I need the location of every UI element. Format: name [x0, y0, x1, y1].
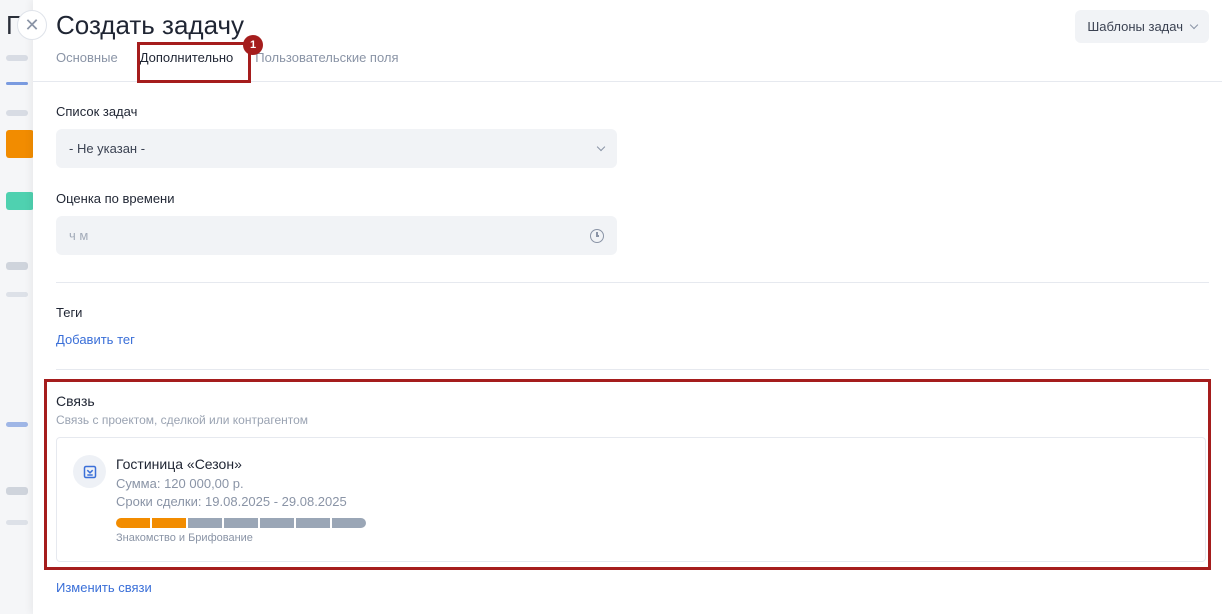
task-list-value: - Не указан - [69, 141, 146, 156]
stage-segment [152, 518, 186, 528]
tags-label: Теги [56, 305, 83, 320]
background-line [6, 487, 28, 495]
clock-icon [590, 228, 604, 243]
background-badge [6, 192, 34, 210]
add-tag-link[interactable]: Добавить тег [56, 332, 135, 347]
time-estimate-placeholder: ч м [69, 228, 89, 243]
chevron-down-icon [596, 142, 606, 152]
link-section-title: Связь [56, 393, 95, 409]
annotation-box-1 [137, 42, 251, 83]
stage-segment [188, 518, 222, 528]
deal-icon [73, 455, 106, 488]
background-line [6, 82, 28, 85]
deal-amount: Сумма: 120 000,00 р. [116, 476, 244, 491]
background-line [6, 520, 28, 525]
deal-stage-label: Знакомство и Брифование [116, 532, 253, 544]
deal-name[interactable]: Гостиница «Сезон» [116, 456, 242, 472]
background-line [6, 110, 28, 116]
chevron-down-icon [1189, 20, 1199, 30]
close-icon[interactable]: ✕ [17, 10, 47, 40]
section-divider [56, 282, 1209, 283]
tab-basic[interactable]: Основные [56, 50, 118, 65]
change-links-link[interactable]: Изменить связи [56, 580, 152, 595]
page-title: Создать задачу [56, 10, 245, 40]
time-estimate-input[interactable]: ч м [56, 216, 617, 255]
background-line [6, 292, 28, 297]
stage-segment [116, 518, 150, 528]
time-estimate-label: Оценка по времени [56, 191, 175, 206]
linked-deal-card[interactable]: Гостиница «Сезон» Сумма: 120 000,00 р. С… [56, 437, 1206, 562]
section-divider [56, 369, 1209, 370]
stage-segment [332, 518, 366, 528]
stage-segment [224, 518, 258, 528]
deal-dates: Сроки сделки: 19.08.2025 - 29.08.2025 [116, 494, 347, 509]
task-list-label: Список задач [56, 104, 138, 119]
background-line [6, 262, 28, 270]
background-line [6, 55, 28, 61]
stage-segment [260, 518, 294, 528]
background-button [6, 130, 34, 158]
background-line [6, 422, 28, 427]
link-section-subtitle: Связь с проектом, сделкой или контрагент… [56, 413, 309, 427]
task-templates-button[interactable]: Шаблоны задач [1075, 10, 1209, 43]
annotation-badge-1: 1 [243, 35, 263, 55]
create-task-panel: Создать задачу Шаблоны задач Основные До… [33, 0, 1222, 614]
task-templates-label: Шаблоны задач [1087, 19, 1183, 34]
stage-segment [296, 518, 330, 528]
deal-stage-pipeline [116, 518, 366, 528]
task-list-select[interactable]: - Не указан - [56, 129, 617, 168]
tab-custom-fields[interactable]: Пользовательские поля [255, 50, 398, 65]
